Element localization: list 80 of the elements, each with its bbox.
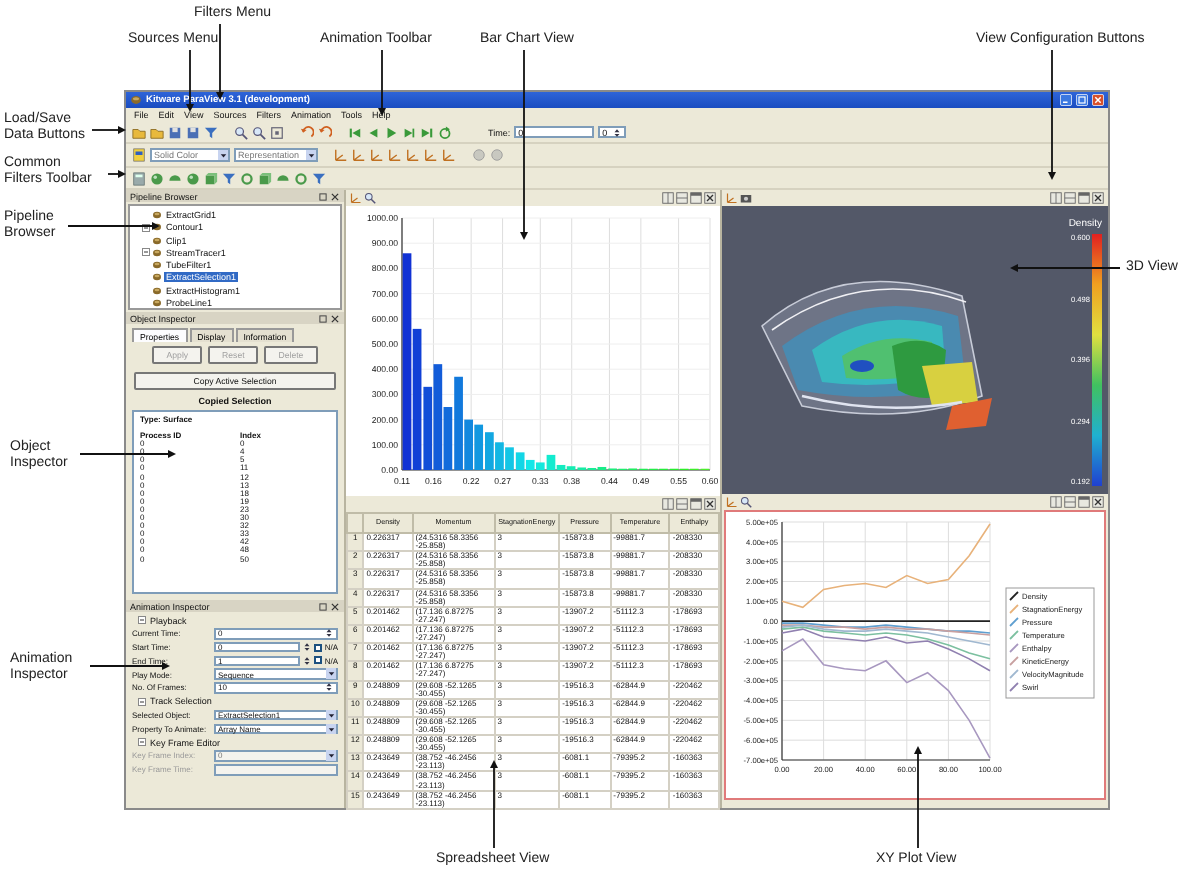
axes-icon[interactable]: [442, 148, 456, 162]
funnel-icon[interactable]: [312, 171, 326, 185]
cube-icon[interactable]: [258, 171, 272, 185]
circle-icon[interactable]: [490, 148, 504, 162]
maximize-icon[interactable]: [1078, 192, 1090, 204]
camera-icon[interactable]: [740, 192, 752, 204]
axes-icon[interactable]: [726, 192, 738, 204]
ring-icon[interactable]: [240, 171, 254, 185]
close-icon[interactable]: [330, 191, 340, 201]
split-vertical-icon[interactable]: [1064, 496, 1076, 508]
spin-arrows-icon[interactable]: [324, 628, 334, 639]
axes-icon[interactable]: [388, 148, 402, 162]
leader-line: [914, 746, 922, 849]
checkbox[interactable]: [314, 643, 323, 652]
leader-line: [67, 222, 160, 230]
close-icon[interactable]: [330, 313, 340, 323]
save-icon[interactable]: [186, 125, 200, 139]
split-vertical-icon[interactable]: [676, 192, 688, 204]
app-icon: [130, 94, 142, 106]
split-horizontal-icon[interactable]: [1050, 496, 1062, 508]
magnifier-icon[interactable]: [252, 125, 266, 139]
ring-icon[interactable]: [294, 171, 308, 185]
minimize-icon[interactable]: [1060, 94, 1072, 106]
dropdown-arrow-icon: [305, 149, 316, 161]
axes-icon[interactable]: [350, 192, 362, 204]
loop-icon[interactable]: [438, 125, 452, 139]
calculator-icon[interactable]: [132, 171, 146, 185]
magnifier-icon[interactable]: [740, 496, 752, 508]
skip-forward-icon[interactable]: [420, 125, 434, 139]
split-horizontal-icon[interactable]: [662, 498, 674, 510]
close-icon[interactable]: [1092, 192, 1104, 204]
dropdown-arrow-icon: [217, 149, 228, 161]
maximize-icon[interactable]: [690, 192, 702, 204]
legend-box: [1005, 587, 1095, 699]
spin-arrows-icon[interactable]: [612, 127, 623, 137]
close-icon[interactable]: [704, 498, 716, 510]
expander-icon[interactable]: [142, 223, 150, 232]
maximize-icon[interactable]: [1078, 496, 1090, 508]
leader-line: [91, 126, 126, 134]
funnel-icon[interactable]: [204, 125, 218, 139]
spin-arrows-icon[interactable]: [324, 682, 334, 693]
axes-icon[interactable]: [726, 496, 738, 508]
circle-icon[interactable]: [472, 148, 486, 162]
split-horizontal-icon[interactable]: [1050, 192, 1062, 204]
frame-icon[interactable]: [270, 125, 284, 139]
checkbox[interactable]: [314, 656, 323, 665]
palette-icon[interactable]: [132, 148, 146, 162]
leader-line: [89, 662, 170, 670]
funnel-icon[interactable]: [222, 171, 236, 185]
axes-icon[interactable]: [352, 148, 366, 162]
magnifier-icon[interactable]: [234, 125, 248, 139]
sphere-icon[interactable]: [150, 171, 164, 185]
dropdown-arrow-icon: [325, 750, 336, 762]
spin-arrows-icon[interactable]: [302, 642, 313, 653]
leader-line: [490, 760, 498, 849]
sphere-icon[interactable]: [186, 171, 200, 185]
split-vertical-icon[interactable]: [1064, 192, 1076, 204]
leader-line: [107, 170, 126, 178]
cube-icon[interactable]: [204, 171, 218, 185]
close-icon[interactable]: [330, 601, 340, 611]
axes-icon[interactable]: [424, 148, 438, 162]
maximize-icon[interactable]: [690, 498, 702, 510]
dropdown-arrow-icon: [325, 668, 336, 680]
close-icon[interactable]: [704, 192, 716, 204]
spin-arrows-icon[interactable]: [302, 655, 313, 666]
save-icon[interactable]: [168, 125, 182, 139]
leader-line: [1048, 49, 1056, 180]
skip-back-icon[interactable]: [348, 125, 362, 139]
leader-line: [1010, 264, 1121, 272]
magnifier-icon[interactable]: [364, 192, 376, 204]
axes-icon[interactable]: [334, 148, 348, 162]
split-vertical-icon[interactable]: [676, 498, 688, 510]
step-forward-icon[interactable]: [402, 125, 416, 139]
axes-icon[interactable]: [370, 148, 384, 162]
leader-line: [79, 450, 176, 458]
axes-icon[interactable]: [406, 148, 420, 162]
play-icon[interactable]: [384, 125, 398, 139]
close-icon[interactable]: [1092, 496, 1104, 508]
step-back-icon[interactable]: [366, 125, 380, 139]
split-horizontal-icon[interactable]: [662, 192, 674, 204]
